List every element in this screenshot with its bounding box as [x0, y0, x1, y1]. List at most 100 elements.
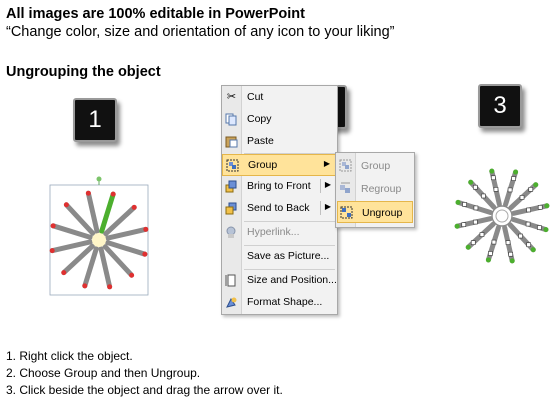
bring-to-front-icon — [225, 180, 238, 193]
pencil-tip — [63, 202, 69, 208]
menu-item-label: Paste — [247, 135, 274, 147]
ungrouped-pencil-wheel[interactable] — [452, 160, 552, 270]
menu-item-label: Group — [361, 160, 391, 172]
pencil-tip — [489, 168, 495, 174]
selection-handle[interactable] — [526, 242, 531, 248]
selection-handle[interactable] — [511, 176, 516, 181]
ungroup-icon — [340, 206, 353, 219]
pencil-tip — [468, 179, 474, 185]
menu-item-bring-to-front[interactable]: Bring to Front ▶ — [222, 176, 337, 198]
instructions-list: 1. Right click the object. 2. Choose Gro… — [6, 348, 283, 399]
pencil-tip — [129, 272, 135, 278]
selection-handle[interactable] — [508, 251, 513, 257]
copy-icon — [225, 113, 238, 126]
pencil-tip — [82, 283, 88, 289]
submenu-item-group[interactable]: Group — [337, 155, 413, 177]
regroup-icon — [339, 182, 352, 195]
selection-handle[interactable] — [470, 240, 476, 245]
section-heading: Ungrouping the object — [6, 64, 161, 80]
menu-item-label: Hyperlink... — [247, 226, 300, 238]
selection-handle[interactable] — [462, 202, 467, 207]
hyperlink-icon — [225, 226, 238, 239]
pencil — [105, 226, 149, 241]
pencil — [98, 246, 113, 290]
menu-item-group[interactable]: Group ▶ — [222, 154, 337, 176]
pencil-tip — [85, 190, 91, 196]
menu-item-label: Cut — [247, 91, 264, 103]
selection-handle[interactable] — [537, 225, 542, 230]
send-to-back-icon — [225, 202, 238, 215]
selection-handle[interactable] — [491, 175, 496, 181]
pencil-tip — [107, 284, 113, 290]
selection-handle[interactable] — [526, 207, 531, 213]
size-position-icon — [225, 274, 238, 287]
menu-item-label: Ungroup — [362, 207, 403, 219]
pencil-tip — [485, 257, 491, 263]
step-badge-1: 1 — [73, 98, 117, 142]
menu-item-cut[interactable]: ✂ Cut — [222, 87, 337, 109]
selection-handle[interactable] — [473, 205, 479, 211]
pencil-tip — [544, 203, 550, 209]
selection-handle[interactable] — [505, 240, 511, 245]
split-divider — [320, 201, 321, 215]
pencil-tip — [513, 169, 519, 175]
menu-item-copy[interactable]: Copy — [222, 109, 337, 131]
page-subtitle: “Change color, size and orientation of a… — [6, 24, 395, 40]
selection-handle[interactable] — [525, 221, 531, 227]
selection-handle[interactable] — [518, 233, 523, 239]
group-icon — [339, 159, 352, 172]
pencil-tip — [50, 223, 56, 229]
selection-handle[interactable] — [473, 184, 478, 190]
selection-handle[interactable] — [507, 187, 513, 193]
selection-handle[interactable] — [528, 187, 534, 192]
pencil-tip — [465, 244, 471, 250]
pencil-tip — [530, 247, 536, 253]
selection-handle[interactable] — [493, 187, 499, 192]
paste-icon — [225, 135, 238, 148]
selection-handle[interactable] — [479, 232, 485, 237]
pencil-tip — [131, 204, 137, 210]
selection-handle[interactable] — [461, 222, 467, 227]
submenu-arrow-icon[interactable]: ▶ — [325, 180, 331, 189]
selection-handle[interactable] — [519, 195, 525, 200]
pencil-tip — [142, 251, 148, 257]
selection-handle[interactable] — [491, 239, 497, 245]
pencil-tip — [454, 223, 460, 229]
pencil-tip — [455, 199, 461, 205]
pencil-tip — [110, 191, 116, 197]
selection-handle[interactable] — [473, 219, 478, 225]
submenu-arrow-icon[interactable]: ▶ — [325, 202, 331, 211]
pencil-tip — [509, 258, 515, 264]
menu-item-label: Regroup — [361, 183, 402, 195]
selection-handle[interactable] — [537, 205, 543, 210]
submenu-arrow-icon: ▶ — [323, 159, 330, 168]
selection-handle[interactable] — [488, 251, 493, 256]
pencil-tip — [143, 226, 149, 232]
menu-item-label: Group — [248, 159, 278, 171]
selected-pencil-wheel[interactable] — [44, 176, 154, 306]
wheel-center — [92, 233, 106, 247]
format-shape-icon — [225, 296, 238, 309]
pencil — [49, 239, 93, 254]
scissors-icon: ✂ — [226, 91, 237, 103]
split-divider — [320, 179, 321, 193]
menu-item-label: Bring to Front — [247, 180, 311, 192]
menu-item-label: Save as Picture... — [247, 250, 330, 262]
menu-item-hyperlink[interactable]: Hyperlink... — [222, 222, 337, 244]
rotation-handle[interactable] — [96, 176, 102, 182]
pencil-tip — [533, 182, 539, 188]
pencil — [85, 190, 100, 234]
menu-item-label: Format Shape... — [247, 296, 323, 308]
menu-item-format-shape[interactable]: Format Shape... — [222, 292, 337, 314]
menu-item-send-to-back[interactable]: Send to Back ▶ — [222, 198, 337, 220]
instruction-step: 3. Click beside the object and drag the … — [6, 383, 283, 397]
instruction-step: 2. Choose Group and then Ungroup. — [6, 366, 201, 380]
menu-item-save-as-picture[interactable]: Save as Picture... — [222, 246, 337, 268]
submenu-item-regroup[interactable]: Regroup — [337, 178, 413, 200]
menu-item-size-and-position[interactable]: Size and Position... — [222, 270, 337, 292]
submenu-item-ungroup[interactable]: Ungroup — [337, 201, 413, 223]
selection-handle[interactable] — [481, 193, 486, 199]
menu-item-paste[interactable]: Paste — [222, 131, 337, 153]
pencil-tip — [61, 270, 67, 276]
instruction-step: 1. Right click the object. — [6, 349, 133, 363]
